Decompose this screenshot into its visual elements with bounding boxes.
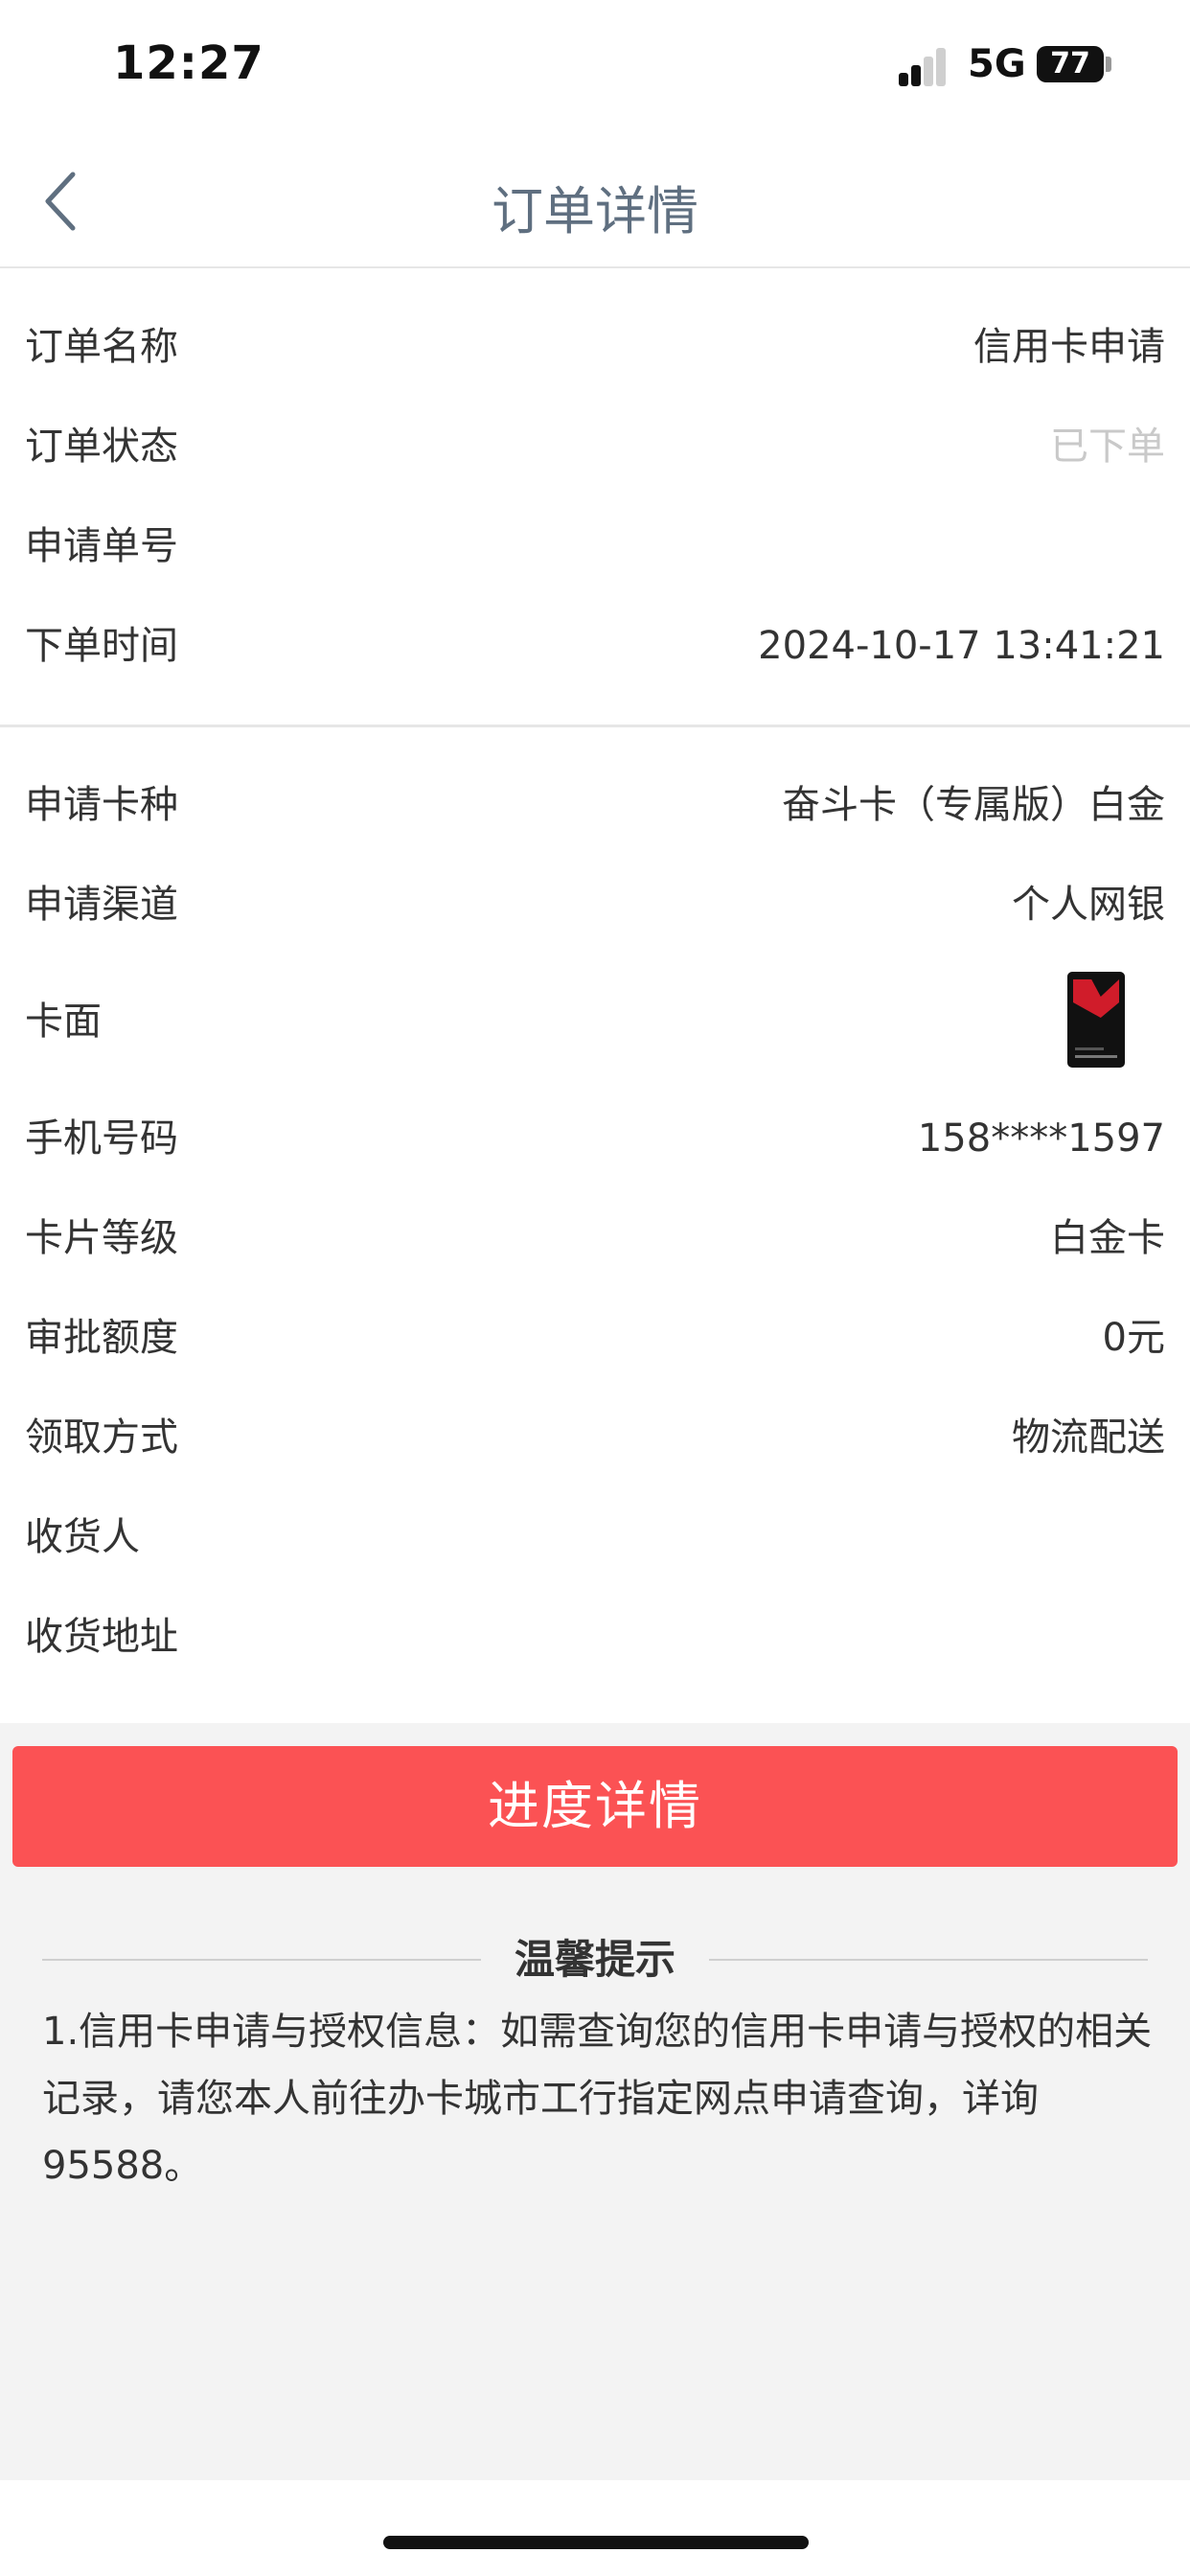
card-face-image[interactable] xyxy=(1067,972,1125,1068)
phone-row: 手机号码 158****1597 xyxy=(0,1089,1190,1188)
order-status-label: 订单状态 xyxy=(25,425,178,469)
status-bar: 12:27 5G 77 xyxy=(0,0,1190,134)
order-time-value: 2024-10-17 13:41:21 xyxy=(758,624,1165,668)
tips-divider-right xyxy=(709,1959,1148,1961)
delivery-label: 领取方式 xyxy=(25,1415,178,1460)
application-number-row: 申请单号 xyxy=(0,496,1190,596)
phone-label: 手机号码 xyxy=(25,1116,178,1161)
order-name-value: 信用卡申请 xyxy=(973,325,1165,369)
card-info-section: 申请卡种 奋斗卡（专属版）白金 申请渠道 个人网银 卡面 手机号码 158***… xyxy=(0,755,1190,1687)
tips-text: 1.信用卡申请与授权信息：如需查询您的信用卡申请与授权的相关记录，请您本人前往办… xyxy=(42,2010,1153,2188)
delivery-row: 领取方式 物流配送 xyxy=(0,1388,1190,1487)
card-level-label: 卡片等级 xyxy=(25,1216,178,1260)
home-indicator[interactable] xyxy=(383,2536,809,2549)
card-level-value: 白金卡 xyxy=(1050,1216,1165,1260)
card-type-row: 申请卡种 奋斗卡（专属版）白金 xyxy=(0,755,1190,855)
phone-value: 158****1597 xyxy=(917,1116,1165,1161)
credit-limit-row: 审批额度 0元 xyxy=(0,1288,1190,1388)
card-face-label: 卡面 xyxy=(25,1000,102,1044)
order-status-value: 已下单 xyxy=(1050,425,1165,469)
tips-header: 温馨提示 xyxy=(42,1926,1148,1993)
address-label: 收货地址 xyxy=(25,1615,178,1659)
battery-tip xyxy=(1106,57,1111,72)
delivery-value: 物流配送 xyxy=(1012,1415,1165,1460)
status-time: 12:27 xyxy=(113,36,264,90)
card-level-row: 卡片等级 白金卡 xyxy=(0,1188,1190,1288)
application-number-label: 申请单号 xyxy=(25,524,178,568)
card-type-value: 奋斗卡（专属版）白金 xyxy=(782,783,1165,827)
recipient-label: 收货人 xyxy=(25,1515,140,1559)
page-title: 订单详情 xyxy=(492,181,698,242)
order-status-row: 订单状态 已下单 xyxy=(0,397,1190,496)
order-time-row: 下单时间 2024-10-17 13:41:21 xyxy=(0,596,1190,696)
nav-bar: 订单详情 xyxy=(0,134,1190,268)
credit-limit-label: 审批额度 xyxy=(25,1316,178,1360)
card-face-row: 卡面 xyxy=(0,954,1190,1089)
card-type-label: 申请卡种 xyxy=(25,783,178,827)
order-time-label: 下单时间 xyxy=(25,624,178,668)
order-name-row: 订单名称 信用卡申请 xyxy=(0,297,1190,397)
progress-details-button[interactable]: 进度详情 xyxy=(12,1746,1178,1867)
section-divider xyxy=(0,724,1190,727)
channel-row: 申请渠道 个人网银 xyxy=(0,855,1190,954)
battery-icon: 77 xyxy=(1037,46,1104,82)
credit-limit-value: 0元 xyxy=(1102,1316,1165,1360)
order-info-section: 订单名称 信用卡申请 订单状态 已下单 申请单号 下单时间 2024-10-17… xyxy=(0,297,1190,696)
signal-icon xyxy=(899,46,956,86)
network-label: 5G xyxy=(968,42,1026,86)
order-name-label: 订单名称 xyxy=(25,325,178,369)
recipient-row: 收货人 xyxy=(0,1487,1190,1587)
address-row: 收货地址 xyxy=(0,1587,1190,1687)
channel-label: 申请渠道 xyxy=(25,883,178,927)
channel-value: 个人网银 xyxy=(1012,883,1165,927)
